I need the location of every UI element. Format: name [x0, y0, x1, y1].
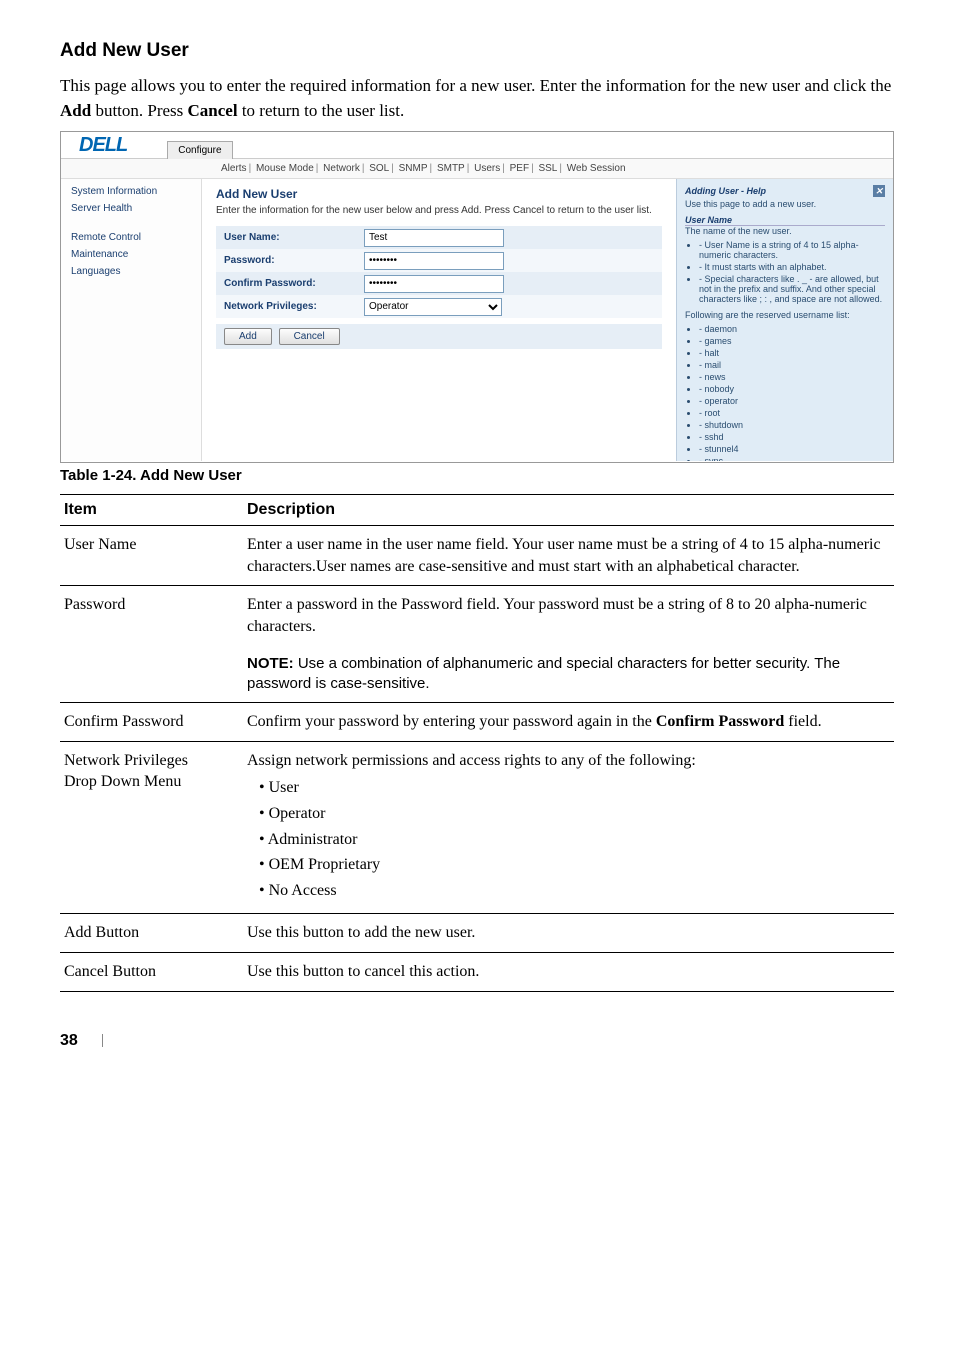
row-item-network-privileges: Network Privileges Drop Down Menu: [60, 741, 243, 914]
help-reserved-item: - stunnel4: [699, 444, 885, 454]
subtab-pef[interactable]: PEF: [510, 163, 529, 174]
cancel-button[interactable]: Cancel: [279, 328, 340, 345]
sidebar-item-server-health[interactable]: Server Health: [61, 200, 201, 217]
help-reserved-item: - operator: [699, 396, 885, 406]
row-item-cancel-button: Cancel Button: [60, 952, 243, 991]
page-number: 38: [60, 1032, 894, 1050]
intro-add-bold: Add: [60, 101, 91, 120]
help-reserved-item: - games: [699, 336, 885, 346]
section-heading: Add New User: [60, 40, 894, 62]
col-header-item: Item: [60, 495, 243, 526]
username-label: User Name:: [216, 228, 364, 247]
confirm-password-label: Confirm Password:: [216, 274, 364, 293]
row-desc-network-privileges: Assign network permissions and access ri…: [243, 741, 894, 914]
row-note-password: NOTE: Use a combination of alphanumeric …: [243, 646, 894, 703]
bullet-user: User: [271, 777, 890, 803]
form-subtitle: Enter the information for the new user b…: [216, 205, 662, 216]
screenshot-topbar: DELL Configure: [61, 132, 893, 159]
help-reserved-item: - mail: [699, 360, 885, 370]
sidebar-item-system-info[interactable]: System Information: [61, 183, 201, 200]
subtab-ssl[interactable]: SSL: [538, 163, 557, 174]
col-header-description: Description: [243, 495, 894, 526]
row-item-username: User Name: [60, 526, 243, 586]
row-item-confirm-password: Confirm Password: [60, 703, 243, 742]
row-desc-username: Enter a user name in the user name field…: [243, 526, 894, 586]
intro-text-3: to return to the user list.: [238, 101, 405, 120]
row-desc-password: Enter a password in the Password field. …: [243, 586, 894, 646]
screenshot-figure: DELL Configure Alerts| Mouse Mode| Netwo…: [60, 131, 894, 463]
description-table: Item Description User Name Enter a user …: [60, 494, 894, 991]
sidebar-item-maintenance[interactable]: Maintenance: [61, 246, 201, 263]
note-label: NOTE:: [247, 655, 294, 672]
row-desc-confirm-password: Confirm your password by entering your p…: [243, 703, 894, 742]
help-reserved-intro: Following are the reserved username list…: [685, 310, 885, 320]
bullet-oem-proprietary: OEM Proprietary: [271, 854, 890, 880]
help-bullet: - It must starts with an alphabet.: [699, 262, 885, 272]
sidebar-item-languages[interactable]: Languages: [61, 263, 201, 280]
help-reserved-item: - sshd: [699, 432, 885, 442]
subtab-network[interactable]: Network: [323, 163, 360, 174]
help-panel: Adding User - Help ✕ Use this page to ad…: [676, 179, 893, 461]
password-input[interactable]: [364, 252, 504, 270]
help-reserved-item: - shutdown: [699, 420, 885, 430]
username-input[interactable]: [364, 229, 504, 247]
intro-cancel-bold: Cancel: [188, 101, 238, 120]
intro-paragraph: This page allows you to enter the requir…: [60, 74, 894, 123]
help-intro: Use this page to add a new user.: [685, 199, 885, 209]
form-title: Add New User: [216, 187, 662, 201]
bullet-administrator: Administrator: [271, 829, 890, 855]
add-button[interactable]: Add: [224, 328, 272, 345]
help-reserved-item: - nobody: [699, 384, 885, 394]
help-reserved-item: - news: [699, 372, 885, 382]
close-icon[interactable]: ✕: [873, 185, 885, 197]
table-caption: Table 1-24. Add New User: [60, 467, 894, 484]
tab-configure[interactable]: Configure: [167, 141, 232, 159]
subtab-smtp[interactable]: SMTP: [437, 163, 465, 174]
note-text: Use a combination of alphanumeric and sp…: [247, 655, 840, 692]
dell-logo: DELL: [79, 134, 127, 157]
subtab-alerts[interactable]: Alerts: [221, 163, 247, 174]
help-reserved-item: - halt: [699, 348, 885, 358]
sidebar-item-remote-control[interactable]: Remote Control: [61, 229, 201, 246]
help-reserved-item: - sync: [699, 456, 885, 461]
subtab-web-session[interactable]: Web Session: [567, 163, 626, 174]
network-privileges-select[interactable]: Operator: [364, 298, 502, 316]
subtab-sol[interactable]: SOL: [369, 163, 389, 174]
help-title: Adding User - Help: [685, 186, 766, 196]
confirm-password-input[interactable]: [364, 275, 504, 293]
subtab-users[interactable]: Users: [474, 163, 500, 174]
row-desc-add-button: Use this button to add the new user.: [243, 914, 894, 953]
help-reserved-item: - daemon: [699, 324, 885, 334]
help-bullet: - User Name is a string of 4 to 15 alpha…: [699, 240, 885, 260]
network-privileges-label: Network Privileges:: [216, 297, 364, 316]
screenshot-main: Add New User Enter the information for t…: [202, 179, 676, 461]
intro-text-1: This page allows you to enter the requir…: [60, 76, 891, 95]
help-reserved-item: - root: [699, 408, 885, 418]
help-section-username: User Name: [685, 215, 885, 226]
screenshot-sidebar: System Information Server Health Remote …: [61, 179, 202, 461]
password-label: Password:: [216, 251, 364, 270]
row-item-password: Password: [60, 586, 243, 646]
intro-text-2: button. Press: [91, 101, 187, 120]
help-username-text: The name of the new user.: [685, 226, 885, 236]
help-bullet: - Special characters like . _ - are allo…: [699, 274, 885, 304]
bullet-operator: Operator: [271, 803, 890, 829]
bullet-no-access: No Access: [271, 880, 890, 906]
row-item-add-button: Add Button: [60, 914, 243, 953]
subtab-row: Alerts| Mouse Mode| Network| SOL| SNMP| …: [61, 159, 893, 179]
subtab-snmp[interactable]: SNMP: [399, 163, 428, 174]
row-desc-cancel-button: Use this button to cancel this action.: [243, 952, 894, 991]
subtab-mouse-mode[interactable]: Mouse Mode: [256, 163, 314, 174]
